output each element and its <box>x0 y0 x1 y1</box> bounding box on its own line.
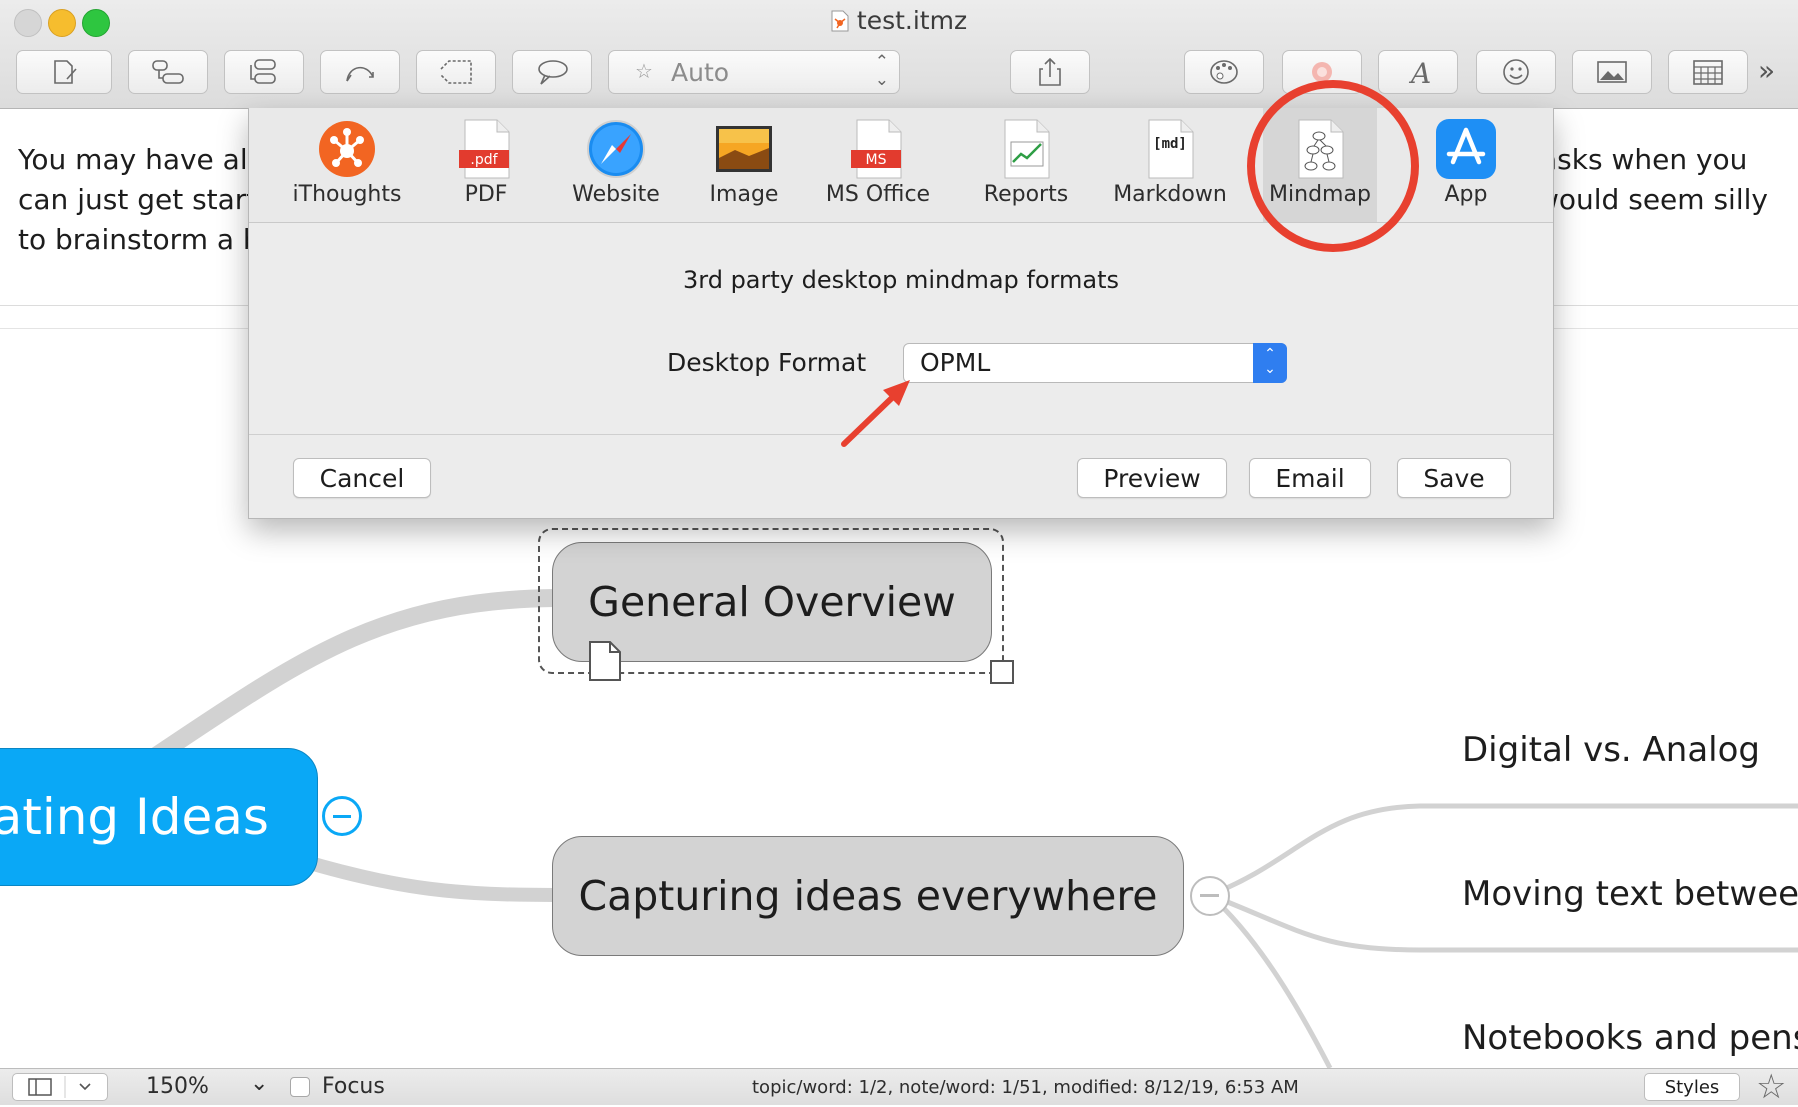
focus-checkbox[interactable] <box>290 1077 310 1097</box>
focus-label: Focus <box>322 1074 385 1099</box>
arrow-annotation <box>841 391 899 447</box>
sidebar-icon <box>28 1076 91 1098</box>
zoom-level[interactable]: 150% <box>146 1074 209 1099</box>
status-bar: 150% ⌄ Focus topic/word: 1/2, note/word:… <box>0 1067 1798 1107</box>
highlight-circle-annotation <box>1247 80 1419 252</box>
favorite-star-icon[interactable]: ☆ <box>1756 1067 1786 1107</box>
document-stats: topic/word: 1/2, note/word: 1/51, modifi… <box>752 1077 1299 1098</box>
styles-button[interactable]: Styles <box>1644 1073 1740 1101</box>
sidebar-toggle-button[interactable] <box>12 1073 108 1101</box>
zoom-chevron-down-icon[interactable]: ⌄ <box>250 1071 268 1096</box>
annotation-overlay <box>841 80 1419 447</box>
